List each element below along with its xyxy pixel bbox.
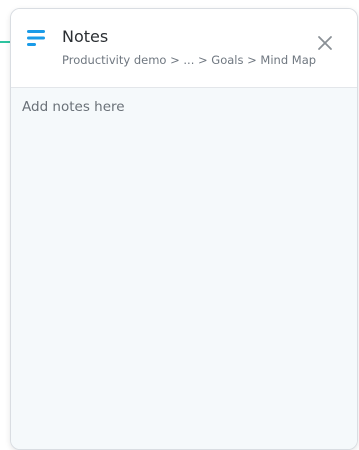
notes-body [11,88,357,449]
breadcrumb: Productivity demo > ... > Goals > Mind M… [62,53,317,67]
notes-panel: Notes Productivity demo > ... > Goals > … [10,8,358,450]
close-button[interactable] [311,29,339,57]
close-icon [311,36,339,61]
notes-lines-icon [27,29,47,47]
notes-textarea[interactable] [11,88,357,449]
panel-title: Notes [62,27,109,46]
notes-panel-header: Notes Productivity demo > ... > Goals > … [11,9,357,88]
